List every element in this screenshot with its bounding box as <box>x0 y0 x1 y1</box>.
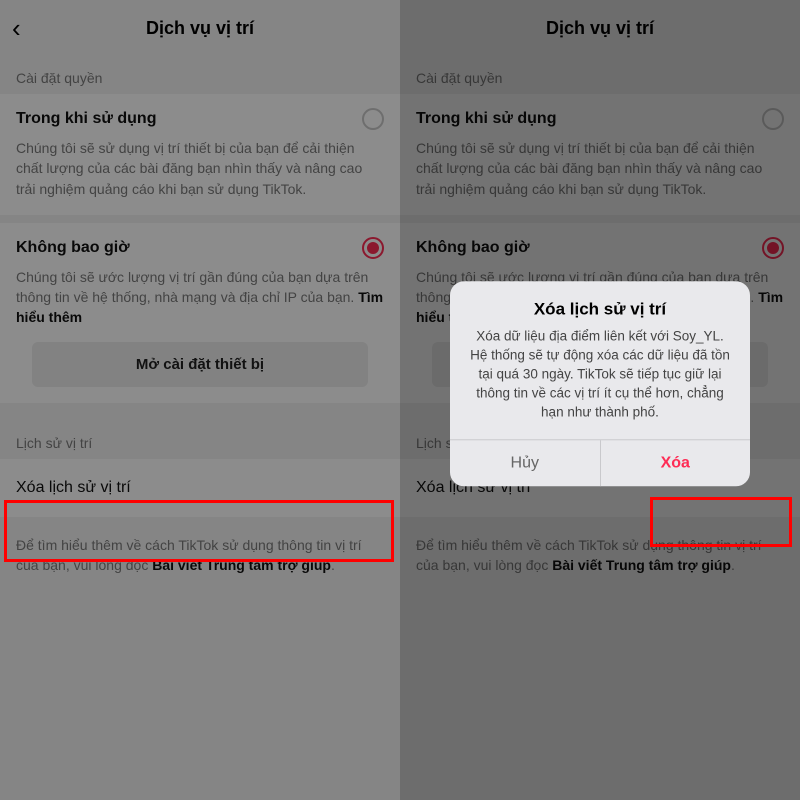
radio-selected-icon[interactable] <box>362 237 384 259</box>
option-desc: Chúng tôi sẽ sử dụng vị trí thiết bị của… <box>16 138 384 199</box>
help-center-link[interactable]: Bài viết Trung tâm trợ giúp <box>552 557 731 573</box>
page-title: Dịch vụ vị trí <box>146 18 254 39</box>
radio-unselected-icon[interactable] <box>762 108 784 130</box>
footer-note: Để tìm hiểu thêm về cách TikTok sử dụng … <box>400 517 800 594</box>
option-title: Trong khi sử dụng <box>16 110 156 128</box>
page-title: Dịch vụ vị trí <box>546 18 654 39</box>
dialog-title: Xóa lịch sử vị trí <box>450 281 750 327</box>
option-title: Không bao giờ <box>416 239 530 257</box>
radio-unselected-icon[interactable] <box>362 108 384 130</box>
screen-location-services: ‹ Dịch vụ vị trí Cài đặt quyền Trong khi… <box>0 0 400 800</box>
open-device-settings-button[interactable]: Mở cài đặt thiết bị <box>32 342 368 387</box>
dialog-actions: Hủy Xóa <box>450 440 750 487</box>
confirm-dialog: Xóa lịch sử vị trí Xóa dữ liệu địa điểm … <box>450 281 750 486</box>
option-while-using[interactable]: Trong khi sử dụng Chúng tôi sẽ sử dụng v… <box>400 94 800 215</box>
header: Dịch vụ vị trí <box>400 0 800 56</box>
section-label-history: Lịch sử vị trí <box>0 421 400 459</box>
option-desc: Chúng tôi sẽ sử dụng vị trí thiết bị của… <box>416 138 784 199</box>
option-desc: Chúng tôi sẽ ước lượng vị trí gần đúng c… <box>16 267 384 328</box>
back-icon[interactable]: ‹ <box>12 15 21 41</box>
option-title: Không bao giờ <box>16 239 130 257</box>
help-center-link[interactable]: Bài viết Trung tâm trợ giúp <box>152 557 331 573</box>
cancel-button[interactable]: Hủy <box>450 441 600 487</box>
footer-note: Để tìm hiểu thêm về cách TikTok sử dụng … <box>0 517 400 594</box>
clear-location-history-row[interactable]: Xóa lịch sử vị trí <box>0 459 400 517</box>
header: ‹ Dịch vụ vị trí <box>0 0 400 56</box>
option-never[interactable]: Không bao giờ Chúng tôi sẽ ước lượng vị … <box>0 223 400 403</box>
option-title: Trong khi sử dụng <box>416 110 556 128</box>
option-while-using[interactable]: Trong khi sử dụng Chúng tôi sẽ sử dụng v… <box>0 94 400 215</box>
screen-location-services-dialog: Dịch vụ vị trí Cài đặt quyền Trong khi s… <box>400 0 800 800</box>
section-label-permissions: Cài đặt quyền <box>0 56 400 94</box>
section-label-permissions: Cài đặt quyền <box>400 56 800 94</box>
dialog-body: Xóa dữ liệu địa điểm liên kết với Soy_YL… <box>450 327 750 439</box>
radio-selected-icon[interactable] <box>762 237 784 259</box>
delete-button[interactable]: Xóa <box>600 441 751 487</box>
